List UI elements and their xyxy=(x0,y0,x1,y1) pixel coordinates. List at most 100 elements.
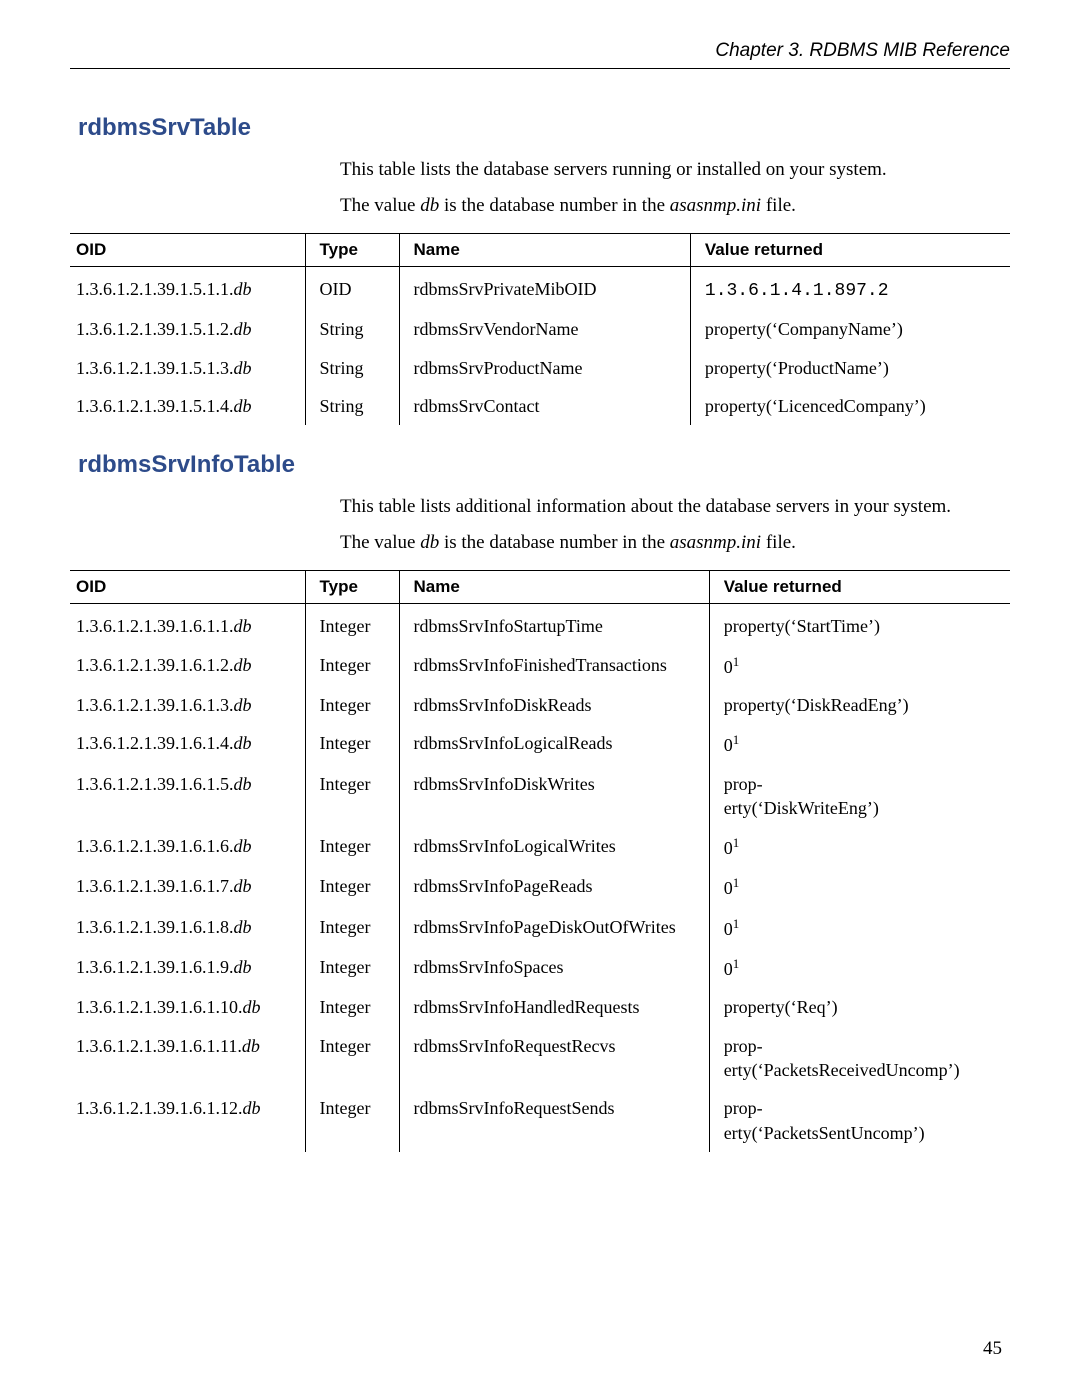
table-row: 1.3.6.1.2.1.39.1.6.1.8.dbIntegerrdbmsSrv… xyxy=(70,908,1010,948)
table-row: 1.3.6.1.2.1.39.1.5.1.3.dbStringrdbmsSrvP… xyxy=(70,349,1010,387)
cell-type: Integer xyxy=(305,765,399,828)
col-type: Type xyxy=(305,571,399,604)
cell-oid: 1.3.6.1.2.1.39.1.5.1.3.db xyxy=(70,349,305,387)
cell-type: Integer xyxy=(305,948,399,988)
cell-name: rdbmsSrvInfoLogicalReads xyxy=(399,724,709,764)
cell-type: Integer xyxy=(305,988,399,1026)
table-row: 1.3.6.1.2.1.39.1.6.1.6.dbIntegerrdbmsSrv… xyxy=(70,827,1010,867)
table-row: 1.3.6.1.2.1.39.1.6.1.12.dbIntegerrdbmsSr… xyxy=(70,1089,1010,1152)
intro-2-line2: The value db is the database number in t… xyxy=(340,529,1010,557)
cell-name: rdbmsSrvInfoDiskWrites xyxy=(399,765,709,828)
cell-name: rdbmsSrvProductName xyxy=(399,349,690,387)
cell-type: Integer xyxy=(305,686,399,724)
col-value: Value returned xyxy=(709,571,1010,604)
cell-value: prop-erty(‘DiskWriteEng’) xyxy=(709,765,1010,828)
cell-value: property(‘ProductName’) xyxy=(690,349,1010,387)
cell-oid: 1.3.6.1.2.1.39.1.6.1.7.db xyxy=(70,867,305,907)
cell-value: 01 xyxy=(709,827,1010,867)
col-type: Type xyxy=(305,234,399,267)
cell-value: 1.3.6.1.4.1.897.2 xyxy=(690,267,1010,311)
col-name: Name xyxy=(399,571,709,604)
cell-type: Integer xyxy=(305,604,399,646)
cell-oid: 1.3.6.1.2.1.39.1.5.1.4.db xyxy=(70,387,305,425)
cell-value: prop-erty(‘PacketsReceivedUncomp’) xyxy=(709,1027,1010,1090)
cell-name: rdbmsSrvInfoDiskReads xyxy=(399,686,709,724)
cell-oid: 1.3.6.1.2.1.39.1.5.1.2.db xyxy=(70,310,305,348)
cell-name: rdbmsSrvInfoRequestRecvs xyxy=(399,1027,709,1090)
cell-name: rdbmsSrvInfoLogicalWrites xyxy=(399,827,709,867)
table-row: 1.3.6.1.2.1.39.1.6.1.1.dbIntegerrdbmsSrv… xyxy=(70,604,1010,646)
cell-type: String xyxy=(305,387,399,425)
cell-name: rdbmsSrvPrivateMibOID xyxy=(399,267,690,311)
table-row: 1.3.6.1.2.1.39.1.5.1.1.dbOIDrdbmsSrvPriv… xyxy=(70,267,1010,311)
cell-value: property(‘StartTime’) xyxy=(709,604,1010,646)
intro-1-line1: This table lists the database servers ru… xyxy=(340,156,1010,184)
cell-name: rdbmsSrvInfoPageReads xyxy=(399,867,709,907)
cell-value: 01 xyxy=(709,646,1010,686)
cell-value: property(‘LicencedCompany’) xyxy=(690,387,1010,425)
table-row: 1.3.6.1.2.1.39.1.6.1.10.dbIntegerrdbmsSr… xyxy=(70,988,1010,1026)
cell-type: Integer xyxy=(305,867,399,907)
cell-oid: 1.3.6.1.2.1.39.1.6.1.10.db xyxy=(70,988,305,1026)
cell-oid: 1.3.6.1.2.1.39.1.5.1.1.db xyxy=(70,267,305,311)
table-row: 1.3.6.1.2.1.39.1.6.1.9.dbIntegerrdbmsSrv… xyxy=(70,948,1010,988)
section-1-intro: This table lists the database servers ru… xyxy=(340,156,1010,219)
section-title-2: rdbmsSrvInfoTable xyxy=(78,451,1010,479)
cell-type: Integer xyxy=(305,1027,399,1090)
cell-oid: 1.3.6.1.2.1.39.1.6.1.8.db xyxy=(70,908,305,948)
cell-oid: 1.3.6.1.2.1.39.1.6.1.11.db xyxy=(70,1027,305,1090)
cell-name: rdbmsSrvInfoStartupTime xyxy=(399,604,709,646)
cell-value: 01 xyxy=(709,724,1010,764)
cell-value: 01 xyxy=(709,867,1010,907)
table-row: 1.3.6.1.2.1.39.1.6.1.2.dbIntegerrdbmsSrv… xyxy=(70,646,1010,686)
table-rdbmssrvinfotable: OID Type Name Value returned 1.3.6.1.2.1… xyxy=(70,570,1010,1151)
cell-type: String xyxy=(305,349,399,387)
cell-name: rdbmsSrvVendorName xyxy=(399,310,690,348)
chapter-header: Chapter 3. RDBMS MIB Reference xyxy=(70,40,1010,69)
cell-name: rdbmsSrvInfoPageDiskOutOfWrites xyxy=(399,908,709,948)
cell-name: rdbmsSrvContact xyxy=(399,387,690,425)
cell-oid: 1.3.6.1.2.1.39.1.6.1.3.db xyxy=(70,686,305,724)
section-title-1: rdbmsSrvTable xyxy=(78,114,1010,142)
cell-name: rdbmsSrvInfoHandledRequests xyxy=(399,988,709,1026)
table-row: 1.3.6.1.2.1.39.1.6.1.4.dbIntegerrdbmsSrv… xyxy=(70,724,1010,764)
cell-oid: 1.3.6.1.2.1.39.1.6.1.9.db xyxy=(70,948,305,988)
table-row: 1.3.6.1.2.1.39.1.6.1.7.dbIntegerrdbmsSrv… xyxy=(70,867,1010,907)
cell-value: 01 xyxy=(709,908,1010,948)
table-row: 1.3.6.1.2.1.39.1.6.1.11.dbIntegerrdbmsSr… xyxy=(70,1027,1010,1090)
table-row: 1.3.6.1.2.1.39.1.6.1.3.dbIntegerrdbmsSrv… xyxy=(70,686,1010,724)
cell-value: property(‘DiskReadEng’) xyxy=(709,686,1010,724)
col-oid: OID xyxy=(70,234,305,267)
table-row: 1.3.6.1.2.1.39.1.6.1.5.dbIntegerrdbmsSrv… xyxy=(70,765,1010,828)
cell-value: 01 xyxy=(709,948,1010,988)
cell-type: Integer xyxy=(305,827,399,867)
cell-name: rdbmsSrvInfoRequestSends xyxy=(399,1089,709,1152)
cell-oid: 1.3.6.1.2.1.39.1.6.1.2.db xyxy=(70,646,305,686)
cell-value: property(‘CompanyName’) xyxy=(690,310,1010,348)
col-name: Name xyxy=(399,234,690,267)
cell-name: rdbmsSrvInfoSpaces xyxy=(399,948,709,988)
table-rdbmssrvtable: OID Type Name Value returned 1.3.6.1.2.1… xyxy=(70,233,1010,425)
section-2-intro: This table lists additional information … xyxy=(340,493,1010,556)
cell-value: prop-erty(‘PacketsSentUncomp’) xyxy=(709,1089,1010,1152)
cell-oid: 1.3.6.1.2.1.39.1.6.1.1.db xyxy=(70,604,305,646)
cell-type: Integer xyxy=(305,908,399,948)
cell-name: rdbmsSrvInfoFinishedTransactions xyxy=(399,646,709,686)
col-oid: OID xyxy=(70,571,305,604)
cell-type: Integer xyxy=(305,724,399,764)
cell-type: Integer xyxy=(305,646,399,686)
cell-oid: 1.3.6.1.2.1.39.1.6.1.5.db xyxy=(70,765,305,828)
cell-value: property(‘Req’) xyxy=(709,988,1010,1026)
table-row: 1.3.6.1.2.1.39.1.5.1.2.dbStringrdbmsSrvV… xyxy=(70,310,1010,348)
page-number: 45 xyxy=(983,1338,1002,1360)
cell-oid: 1.3.6.1.2.1.39.1.6.1.12.db xyxy=(70,1089,305,1152)
intro-1-line2: The value db is the database number in t… xyxy=(340,192,1010,220)
table-row: 1.3.6.1.2.1.39.1.5.1.4.dbStringrdbmsSrvC… xyxy=(70,387,1010,425)
cell-type: Integer xyxy=(305,1089,399,1152)
cell-type: OID xyxy=(305,267,399,311)
cell-type: String xyxy=(305,310,399,348)
cell-oid: 1.3.6.1.2.1.39.1.6.1.4.db xyxy=(70,724,305,764)
intro-2-line1: This table lists additional information … xyxy=(340,493,1010,521)
col-value: Value returned xyxy=(690,234,1010,267)
cell-oid: 1.3.6.1.2.1.39.1.6.1.6.db xyxy=(70,827,305,867)
